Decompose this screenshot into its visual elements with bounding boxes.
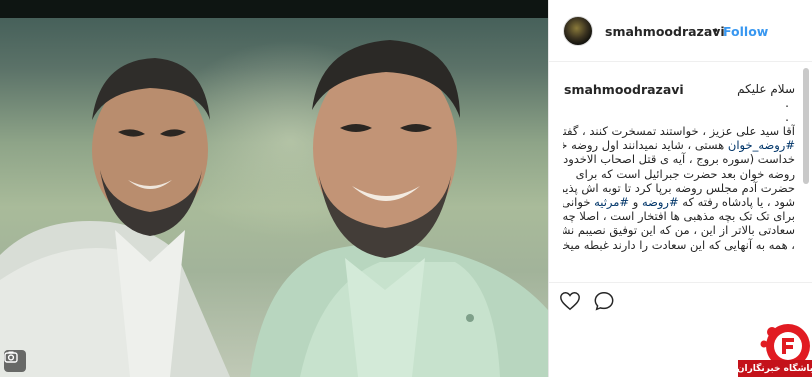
heart-icon[interactable] [559,290,581,312]
left-man [0,58,230,377]
caption-text: روضه خوان بعد حضرت جبرائیل است که برای [575,166,795,181]
caption-body: آقا سید علی عزیز ، خواستند تمسخرت کنند ،… [563,124,795,252]
divider [549,282,812,283]
caption-line: حضرت آدم مجلس روضه برپا کرد تا توبه اش پ… [563,181,795,195]
caption-greeting: سلام علیکم [737,82,795,96]
header-separator: • [712,24,720,38]
avatar[interactable] [563,16,593,46]
caption-line: ، همه به آنهایی که این سعادت را دارند غب… [563,238,795,252]
caption-line: برای تک تک بچه مذهبی ها افتخار است ، اصل… [563,209,795,223]
header-username[interactable]: smahmoodrazavi [605,24,725,39]
caption-text: برای تک تک بچه مذهبی ها افتخار است ، اصل… [563,209,795,224]
caption-text: خداست (سوره بروج ، آیه ی قتل اصحاب الاخد… [563,152,795,167]
caption-line: شود ، یا پادشاه رفته که #روضه و #مرثیه خ… [563,195,795,209]
caption-text: هستی ، شاید نمیدانند اول روضه خوان [563,138,725,153]
instagram-post: smahmoodrazavi • Follow smahmoodrazavi س… [0,0,812,377]
caption-dot-2: . [785,110,789,124]
caption-text: آقا سید علی عزیز ، خواستند تمسخرت کنند ،… [563,124,795,138]
caption-text: سعادتی بالاتر از این ، من که این توفیق ن… [563,223,795,238]
caption-text: حضرت آدم مجلس روضه برپا کرد تا توبه اش پ… [563,180,795,195]
right-man [250,40,548,377]
media-corner-badge [4,350,26,372]
follow-button[interactable]: Follow [723,24,768,39]
hashtag-link[interactable]: #روضه_خوان [728,138,795,152]
caption-line: سعادتی بالاتر از این ، من که این توفیق ن… [563,223,795,237]
caption-line: #روضه_خوان هستی ، شاید نمیدانند اول روضه… [563,138,795,152]
caption-line: خداست (سوره بروج ، آیه ی قتل اصحاب الاخد… [563,152,795,166]
caption-text: شود ، یا پادشاه رفته که [678,195,795,210]
caption: smahmoodrazavi سلام علیکم . . آقا سید عل… [549,74,803,274]
caption-text: ، همه به آنهایی که این سعادت را دارند غب… [563,237,795,252]
caption-scrollbar[interactable] [803,64,810,278]
watermark-label: باشگاه خبرنگاران [737,360,812,377]
caption-text: و [629,195,642,210]
scrollbar-thumb[interactable] [803,68,809,184]
post-header: smahmoodrazavi • Follow [549,0,812,62]
camera-icon [4,351,18,363]
caption-line: روضه خوان بعد حضرت جبرائیل است که برای [563,167,795,181]
hashtag-link[interactable]: #مرثیه [594,195,629,209]
caption-line: آقا سید علی عزیز ، خواستند تمسخرت کنند ،… [563,124,795,138]
comment-icon[interactable] [593,290,615,312]
two-men-illustration [0,40,548,377]
caption-text: خوانی [563,195,595,210]
caption-username[interactable]: smahmoodrazavi [564,82,684,97]
post-photo[interactable] [0,0,548,377]
hashtag-link[interactable]: #روضه [642,195,679,209]
caption-dot-1: . [785,96,789,110]
